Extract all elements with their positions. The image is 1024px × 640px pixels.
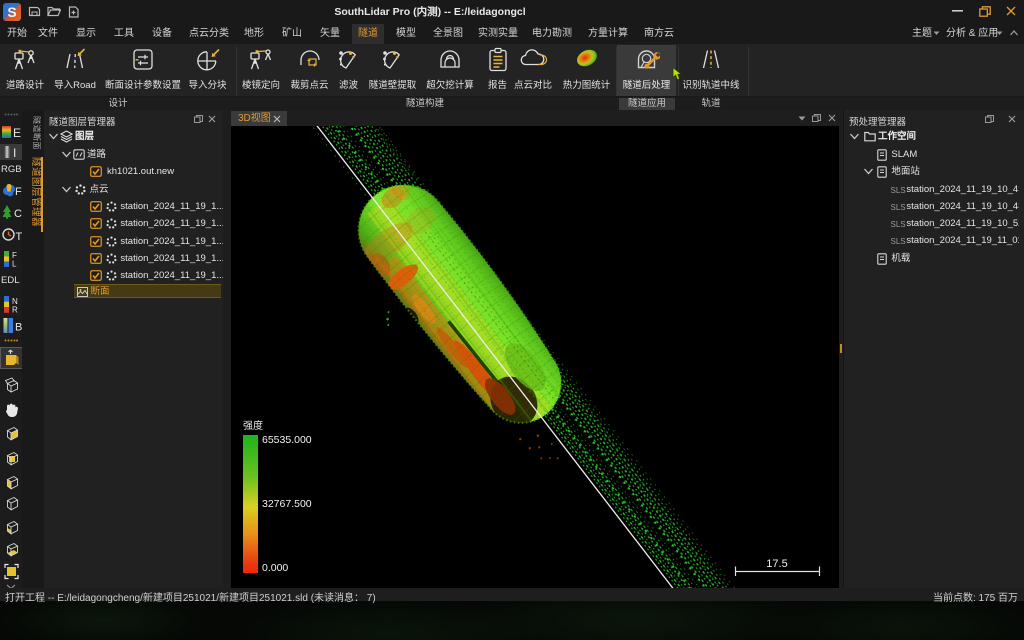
svg-text:F: F [15, 186, 22, 197]
svg-text:B: B [15, 322, 22, 334]
svg-text:I: I [13, 146, 16, 159]
svg-text:R: R [12, 306, 18, 314]
svg-text:S: S [7, 4, 16, 20]
svg-text:L: L [12, 260, 17, 268]
svg-text:C: C [14, 208, 22, 219]
svg-text:E: E [13, 126, 21, 139]
svg-text:17.5: 17.5 [766, 558, 787, 570]
